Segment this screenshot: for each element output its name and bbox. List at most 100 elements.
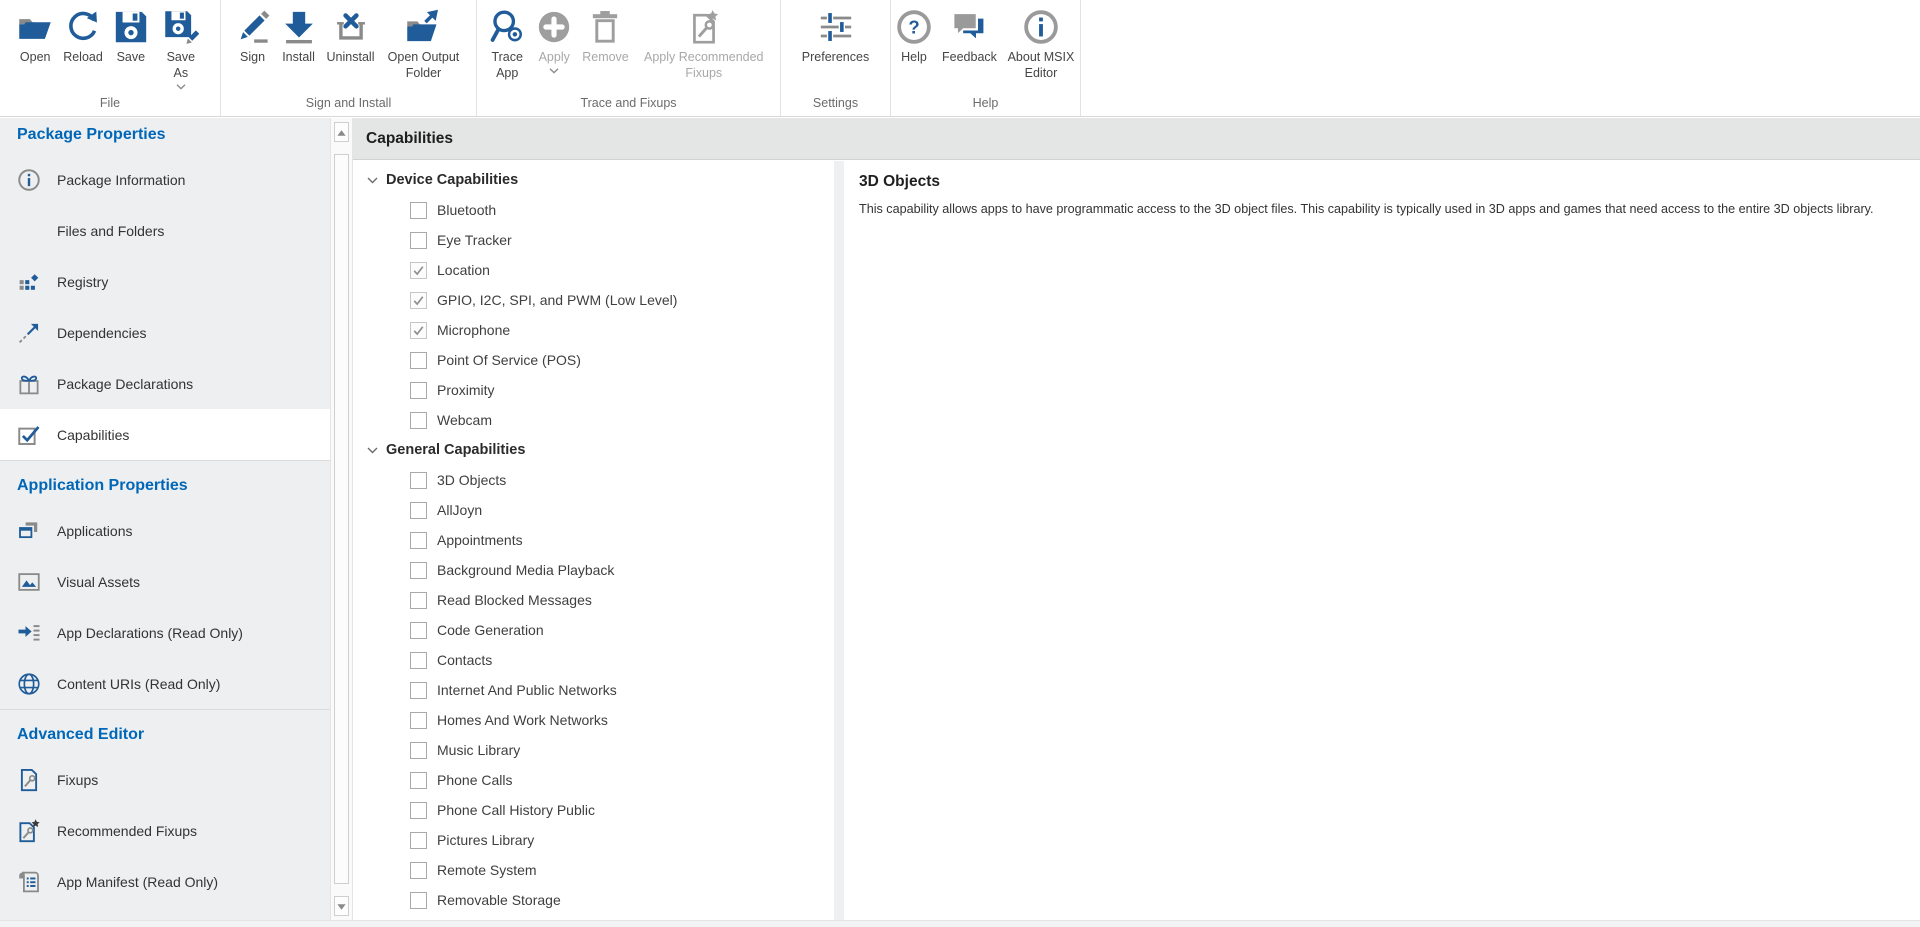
tree-item-remote-system[interactable]: Remote System — [353, 855, 834, 885]
capability-checkbox[interactable] — [410, 652, 427, 669]
ribbon-button-install[interactable]: Install — [276, 7, 322, 65]
capability-checkbox[interactable] — [410, 712, 427, 729]
ribbon-button-preferences[interactable]: Preferences — [797, 7, 874, 65]
tree-item-appointments[interactable]: Appointments — [353, 525, 834, 555]
ribbon-button-remove[interactable]: Remove — [577, 7, 634, 65]
sidebar-item-label: Capabilities — [57, 427, 129, 443]
ribbon-button-reload[interactable]: Reload — [58, 7, 108, 65]
tree-item-pictures-library[interactable]: Pictures Library — [353, 825, 834, 855]
svg-text:?: ? — [908, 17, 919, 38]
ribbon-button-open-output-folder[interactable]: Open Output Folder — [379, 7, 467, 81]
capability-checkbox[interactable] — [410, 472, 427, 489]
capability-checkbox[interactable] — [410, 412, 427, 429]
tree-item-homes-and-work-networks[interactable]: Homes And Work Networks — [353, 705, 834, 735]
tree-item-code-generation[interactable]: Code Generation — [353, 615, 834, 645]
capability-checkbox[interactable] — [410, 742, 427, 759]
tree-group-general-capabilities[interactable]: General Capabilities — [353, 435, 834, 465]
capability-checkbox[interactable] — [410, 832, 427, 849]
sidebar-item-dependencies[interactable]: Dependencies — [0, 307, 330, 358]
tree-item-phone-call-history-public[interactable]: Phone Call History Public — [353, 795, 834, 825]
capability-checkbox[interactable] — [410, 502, 427, 519]
tree-item-read-blocked-messages[interactable]: Read Blocked Messages — [353, 585, 834, 615]
capability-checkbox[interactable] — [410, 562, 427, 579]
capability-checkbox[interactable] — [410, 202, 427, 219]
ribbon-button-sign[interactable]: Sign — [230, 7, 276, 65]
sidebar-item-label: App Manifest (Read Only) — [57, 874, 218, 890]
tree-item-label: Location — [437, 262, 490, 278]
ribbon-button-trace-app[interactable]: Trace App — [483, 7, 531, 81]
sidebar-item-files-and-folders[interactable]: Files and Folders — [0, 205, 330, 256]
sidebar-item-label: Dependencies — [57, 325, 147, 341]
tree-item-label: Pictures Library — [437, 832, 534, 848]
capability-checkbox[interactable] — [410, 802, 427, 819]
tree-item-webcam[interactable]: Webcam — [353, 405, 834, 435]
sidebar-item-app-manifest-read-only[interactable]: App Manifest (Read Only) — [0, 856, 330, 907]
tree-item-location[interactable]: Location — [353, 255, 834, 285]
tree-item-internet-and-public-networks[interactable]: Internet And Public Networks — [353, 675, 834, 705]
sidebar-item-fixups[interactable]: Fixups — [0, 754, 330, 805]
tree-item-contacts[interactable]: Contacts — [353, 645, 834, 675]
capabilities-tree: Device Capabilities Bluetooth Eye Tracker L… — [353, 161, 834, 920]
ribbon-button-save-as[interactable]: Save As — [154, 7, 208, 90]
sidebar-item-applications[interactable]: Applications — [0, 505, 330, 556]
tree-item-removable-storage[interactable]: Removable Storage — [353, 885, 834, 915]
capability-checkbox[interactable] — [410, 382, 427, 399]
sidebar-item-app-declarations-read-only[interactable]: App Declarations (Read Only) — [0, 607, 330, 658]
capability-checkbox[interactable] — [410, 892, 427, 909]
scrollbar-thumb[interactable] — [334, 154, 349, 884]
sidebar-item-content-uris-read-only[interactable]: Content URIs (Read Only) — [0, 658, 330, 709]
sidebar-item-package-declarations[interactable]: Package Declarations — [0, 358, 330, 409]
tree-item-label: Bluetooth — [437, 202, 496, 218]
ribbon-button-label: Sign — [240, 49, 265, 65]
tree-item-label: Microphone — [437, 322, 510, 338]
sidebar-item-label: Files and Folders — [57, 223, 164, 239]
ribbon-button-uninstall[interactable]: Uninstall — [322, 7, 380, 65]
sidebar-item-recommended-fixups[interactable]: Recommended Fixups — [0, 805, 330, 856]
info-circle-icon — [17, 168, 41, 192]
scroll-up-button[interactable] — [334, 122, 349, 142]
tree-item-bluetooth[interactable]: Bluetooth — [353, 195, 834, 225]
capability-checkbox[interactable] — [410, 322, 427, 339]
tree-item-label: Code Generation — [437, 622, 544, 638]
capability-checkbox[interactable] — [410, 862, 427, 879]
tree-group-device-capabilities[interactable]: Device Capabilities — [353, 165, 834, 195]
ribbon-button-feedback[interactable]: Feedback — [937, 7, 1002, 65]
sidebar-item-visual-assets[interactable]: Visual Assets — [0, 556, 330, 607]
capability-checkbox[interactable] — [410, 292, 427, 309]
ribbon-button-apply[interactable]: Apply — [531, 7, 577, 74]
ribbon-button-open[interactable]: Open — [12, 7, 58, 65]
tree-item-label: Appointments — [437, 532, 523, 548]
capability-checkbox[interactable] — [410, 682, 427, 699]
sidebar-item-registry[interactable]: Registry — [0, 256, 330, 307]
tree-item-gpio-i2c-spi-and-pwm-low-level[interactable]: GPIO, I2C, SPI, and PWM (Low Level) — [353, 285, 834, 315]
window-bottom-edge — [0, 920, 1920, 927]
capability-checkbox[interactable] — [410, 232, 427, 249]
tree-item-point-of-service-pos[interactable]: Point Of Service (POS) — [353, 345, 834, 375]
tree-item-microphone[interactable]: Microphone — [353, 315, 834, 345]
sidebar-item-package-information[interactable]: Package Information — [0, 154, 330, 205]
tree-item-3d-objects[interactable]: 3D Objects — [353, 465, 834, 495]
ribbon-button-help[interactable]: ?Help — [891, 7, 937, 65]
sidebar-item-capabilities[interactable]: Capabilities — [0, 409, 330, 460]
capability-checkbox[interactable] — [410, 532, 427, 549]
ribbon-button-about-msix-editor[interactable]: About MSIX Editor — [1002, 7, 1080, 81]
page-title: Capabilities — [353, 118, 1920, 160]
capability-checkbox[interactable] — [410, 262, 427, 279]
capability-checkbox[interactable] — [410, 622, 427, 639]
tree-item-eye-tracker[interactable]: Eye Tracker — [353, 225, 834, 255]
tree-item-proximity[interactable]: Proximity — [353, 375, 834, 405]
ribbon-button-label: Preferences — [802, 49, 869, 65]
capability-checkbox[interactable] — [410, 592, 427, 609]
capability-checkbox[interactable] — [410, 772, 427, 789]
scroll-down-button[interactable] — [334, 896, 349, 916]
tree-item-music-library[interactable]: Music Library — [353, 735, 834, 765]
ribbon-button-save[interactable]: Save — [108, 7, 154, 65]
sidebar-scrollbar[interactable] — [330, 118, 353, 920]
apply-recommended-fixups-icon — [686, 9, 722, 45]
tree-item-alljoyn[interactable]: AllJoyn — [353, 495, 834, 525]
tree-item-background-media-playback[interactable]: Background Media Playback — [353, 555, 834, 585]
tree-item-phone-calls[interactable]: Phone Calls — [353, 765, 834, 795]
sidebar-item-label: Content URIs (Read Only) — [57, 676, 220, 692]
ribbon-button-apply-recommended-fixups[interactable]: Apply Recommended Fixups — [634, 7, 774, 81]
capability-checkbox[interactable] — [410, 352, 427, 369]
